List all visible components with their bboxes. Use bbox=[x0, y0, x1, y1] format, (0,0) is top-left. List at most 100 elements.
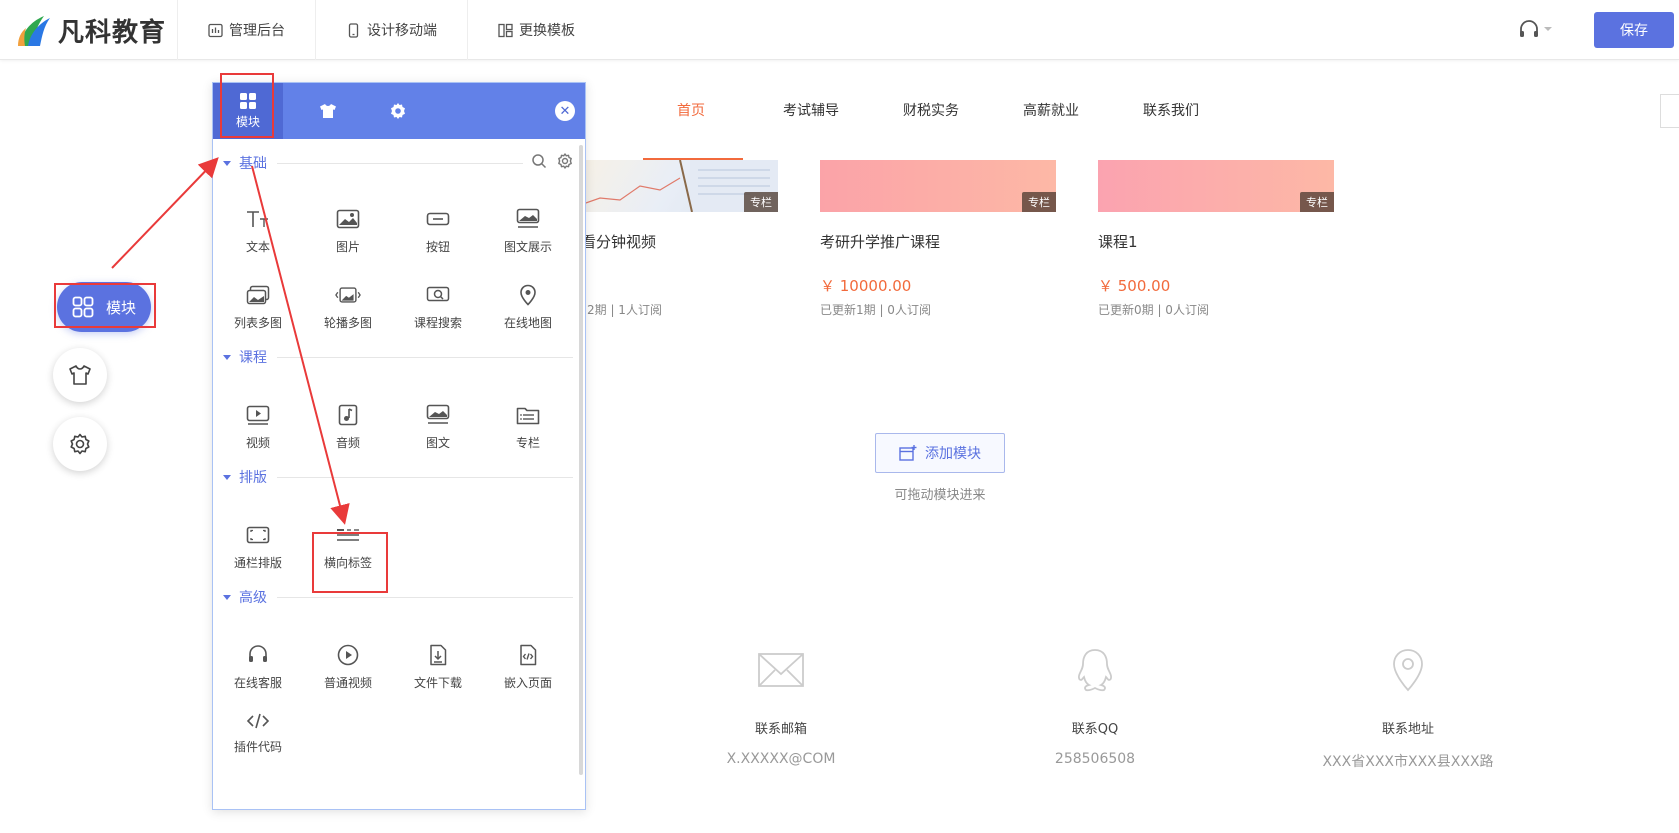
module-panel-body: 基础 文本 图片 按钮 图文展示 列表多图 轮播多图 课程搜索 在线地图 课程 … bbox=[213, 139, 585, 809]
save-button[interactable]: 保存 bbox=[1594, 12, 1674, 48]
module-embed-page[interactable]: 嵌入页面 bbox=[483, 637, 573, 697]
search-icon[interactable] bbox=[531, 153, 547, 169]
contact-address: 联系地址 XXX省XXX市XXX县XXX路 bbox=[1298, 646, 1518, 771]
course-thumbnail[interactable]: 专栏 bbox=[1098, 160, 1334, 212]
site-nav-tax[interactable]: 财税实务 bbox=[903, 100, 959, 120]
embed-icon bbox=[515, 644, 541, 666]
section-layout[interactable]: 排版 bbox=[223, 467, 573, 487]
course-title[interactable]: 课程1 bbox=[1098, 231, 1138, 252]
module-map-label: 在线地图 bbox=[503, 315, 552, 330]
module-column-label: 专栏 bbox=[515, 435, 540, 450]
contact-qq: 联系QQ 258506508 bbox=[985, 646, 1205, 767]
tab-modules[interactable]: 模块 bbox=[213, 83, 283, 139]
close-panel-button[interactable]: ✕ bbox=[555, 101, 575, 121]
carousel-icon bbox=[335, 284, 361, 306]
module-horizontal-tabs[interactable]: 横向标签 bbox=[303, 517, 393, 577]
code-icon bbox=[245, 711, 271, 730]
module-normal-video-label: 普通视频 bbox=[323, 675, 372, 690]
module-horizontal-tabs-label: 横向标签 bbox=[323, 555, 372, 570]
gear-icon bbox=[70, 433, 90, 455]
module-course-search-label: 课程搜索 bbox=[413, 315, 462, 330]
nav-design-mobile-label: 设计移动端 bbox=[367, 23, 437, 39]
module-audio-label: 音频 bbox=[335, 435, 360, 450]
caret-down-icon bbox=[223, 474, 231, 480]
gear-icon[interactable] bbox=[557, 153, 573, 169]
module-panel-header: 模块 ✕ bbox=[213, 83, 585, 139]
add-module-button[interactable]: 添加模块 bbox=[875, 433, 1005, 473]
contact-qq-value: 258506508 bbox=[1054, 751, 1136, 767]
module-fullwidth[interactable]: 通栏排版 bbox=[213, 517, 303, 577]
module-plugin-code[interactable]: 插件代码 bbox=[213, 711, 303, 755]
site-nav-career[interactable]: 高薪就业 bbox=[1023, 100, 1079, 120]
section-basic[interactable]: 基础 bbox=[223, 153, 573, 173]
grid-icon bbox=[72, 296, 94, 318]
fullwidth-icon bbox=[245, 524, 271, 546]
module-plugin-code-label: 插件代码 bbox=[233, 740, 282, 754]
module-article[interactable]: 图文 bbox=[393, 397, 483, 457]
module-video[interactable]: 视频 bbox=[213, 397, 303, 457]
module-audio[interactable]: 音频 bbox=[303, 397, 393, 457]
course-price: ￥ 10000.00 bbox=[820, 277, 912, 295]
module-text[interactable]: 文本 bbox=[213, 201, 303, 261]
site-nav-home[interactable]: 首页 bbox=[677, 100, 705, 120]
settings-button[interactable] bbox=[53, 417, 107, 471]
section-layout-title: 排版 bbox=[239, 470, 267, 486]
course-price: ￥ 500.00 bbox=[1098, 277, 1171, 295]
course-thumbnail[interactable]: 专栏 bbox=[820, 160, 1056, 212]
contact-qq-label: 联系QQ bbox=[1071, 722, 1119, 737]
nav-admin[interactable]: 管理后台 bbox=[177, 0, 315, 60]
top-bar: 凡科教育 管理后台 设计移动端 更换模板 保存 bbox=[0, 0, 1679, 60]
play-circle-icon bbox=[335, 644, 361, 666]
grid-icon bbox=[240, 93, 256, 109]
audio-icon bbox=[335, 404, 361, 426]
module-image-text[interactable]: 图文展示 bbox=[483, 201, 573, 261]
module-carousel[interactable]: 轮播多图 bbox=[303, 277, 393, 337]
article-icon bbox=[425, 404, 451, 426]
button-icon bbox=[425, 208, 451, 230]
module-map[interactable]: 在线地图 bbox=[483, 277, 573, 337]
chart-icon bbox=[208, 23, 223, 38]
module-normal-video[interactable]: 普通视频 bbox=[303, 637, 393, 697]
headset-icon bbox=[1520, 20, 1538, 37]
support-button[interactable] bbox=[1518, 18, 1554, 42]
course-tag: 专栏 bbox=[1300, 192, 1334, 212]
module-online-service[interactable]: 在线客服 bbox=[213, 637, 303, 697]
contact-email: 联系邮箱 X.XXXXX@COM bbox=[671, 646, 891, 767]
module-button-label: 按钮 bbox=[425, 239, 450, 254]
module-toggle-button[interactable]: 模块 bbox=[57, 282, 151, 332]
section-advanced[interactable]: 高级 bbox=[223, 587, 573, 607]
section-divider bbox=[277, 476, 573, 478]
module-file-download[interactable]: 文件下载 bbox=[393, 637, 483, 697]
tab-settings[interactable] bbox=[363, 83, 433, 139]
site-nav-contact[interactable]: 联系我们 bbox=[1143, 100, 1199, 120]
module-online-service-label: 在线客服 bbox=[233, 675, 282, 690]
module-image[interactable]: 图片 bbox=[303, 201, 393, 261]
template-icon bbox=[498, 23, 513, 38]
tab-theme[interactable] bbox=[293, 83, 363, 139]
course-tag: 专栏 bbox=[744, 192, 778, 212]
logo-mark-icon bbox=[16, 12, 52, 48]
caret-down-icon bbox=[223, 354, 231, 360]
panel-scrollbar[interactable] bbox=[579, 145, 583, 775]
section-course[interactable]: 课程 bbox=[223, 347, 573, 367]
site-nav-exam[interactable]: 考试辅导 bbox=[783, 100, 839, 120]
drag-hint: 可拖动模块进来 bbox=[894, 488, 986, 503]
caret-down-icon bbox=[223, 160, 231, 166]
course-title[interactable]: 考研升学推广课程 bbox=[820, 231, 940, 252]
module-image-label: 图片 bbox=[335, 239, 360, 254]
course-thumbnail[interactable]: 专栏 bbox=[580, 160, 778, 212]
course-search-icon bbox=[425, 284, 451, 306]
module-course-search[interactable]: 课程搜索 bbox=[393, 277, 483, 337]
section-divider bbox=[277, 596, 573, 598]
nav-change-template[interactable]: 更换模板 bbox=[467, 0, 605, 60]
module-toggle-label: 模块 bbox=[105, 298, 136, 317]
theme-button[interactable] bbox=[53, 348, 107, 402]
module-button[interactable]: 按钮 bbox=[393, 201, 483, 261]
module-gallery[interactable]: 列表多图 bbox=[213, 277, 303, 337]
page-edge-widget bbox=[1660, 94, 1679, 128]
module-column[interactable]: 专栏 bbox=[483, 397, 573, 457]
nav-design-mobile[interactable]: 设计移动端 bbox=[315, 0, 467, 60]
module-image-text-label: 图文展示 bbox=[503, 239, 552, 254]
shirt-icon bbox=[320, 104, 336, 118]
brand-logo[interactable]: 凡科教育 bbox=[16, 10, 166, 50]
